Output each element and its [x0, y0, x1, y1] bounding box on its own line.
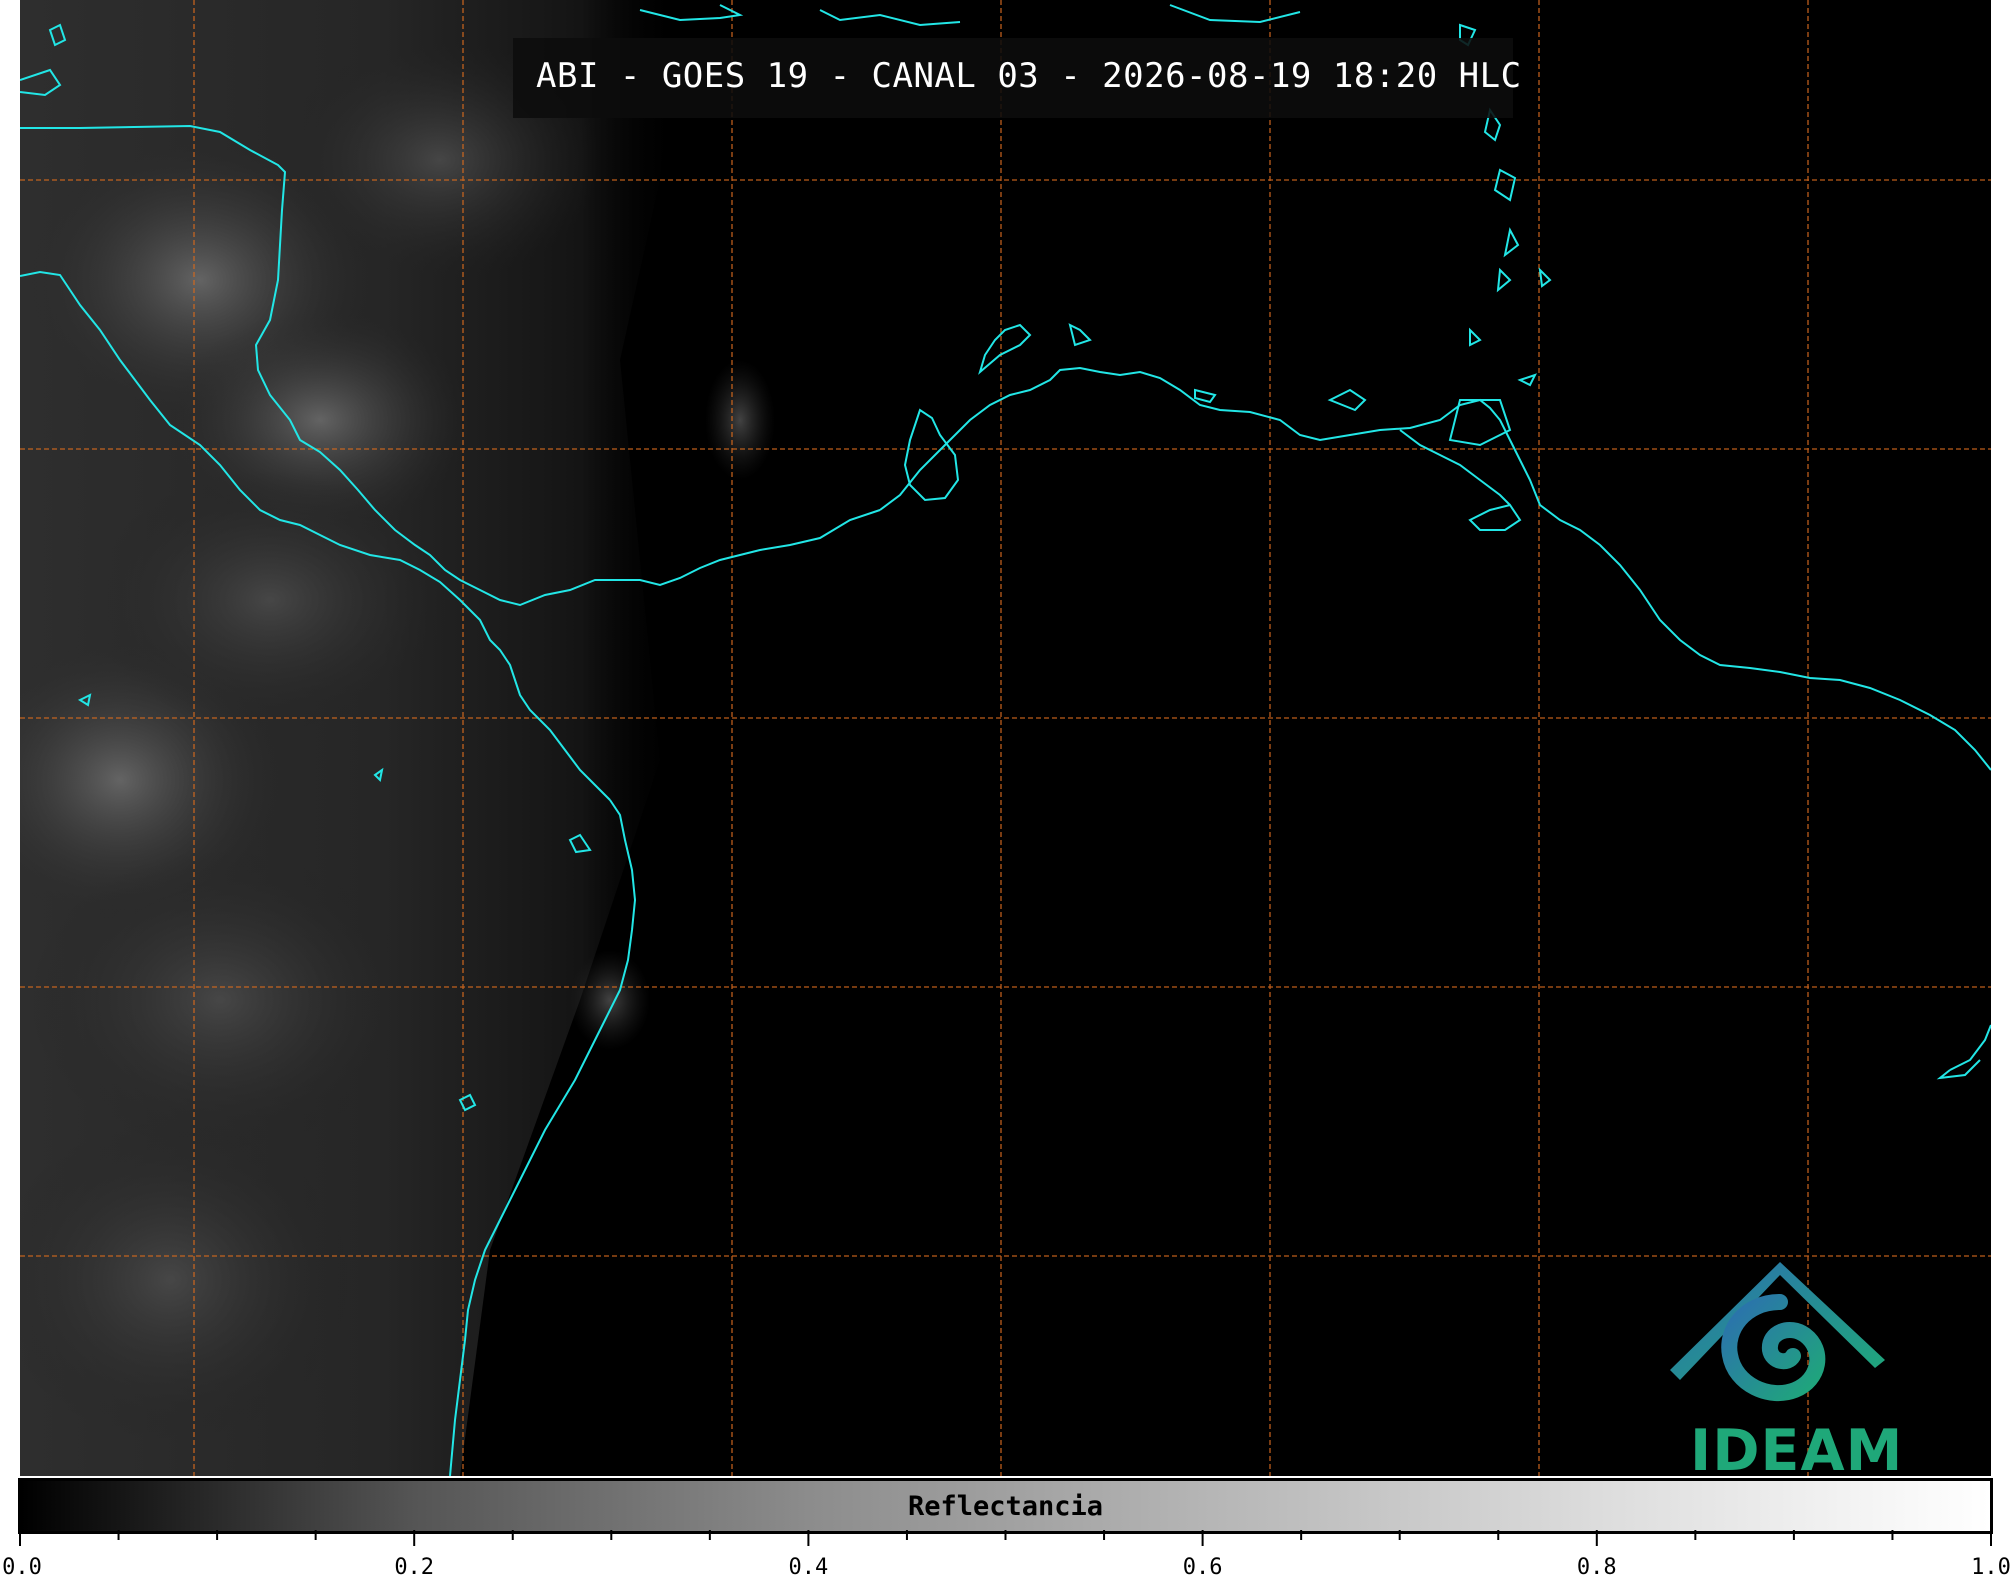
map-title: ABI - GOES 19 - CANAL 03 - 2026-08-19 18… [536, 56, 1522, 96]
swirl-icon [1721, 1294, 1826, 1402]
logo-text: IDEAM [1690, 1418, 1904, 1484]
colorbar-axis [19, 1530, 1992, 1546]
colorbar: Reflectancia [18, 1478, 1993, 1534]
colorbar-tick-label: 1.0 [1971, 1555, 2011, 1580]
colorbar-tick-label: 0.8 [1576, 1555, 1617, 1580]
colorbar-tick-label: 0.4 [788, 1555, 829, 1580]
colorbar-tick-label: 0.6 [1182, 1555, 1223, 1580]
colorbar-tick-label: 0.2 [394, 1555, 435, 1580]
colorbar-label: Reflectancia [907, 1491, 1104, 1522]
cloud-field [20, 0, 775, 1476]
colorbar-tick-label: 0.0 [2, 1555, 42, 1580]
